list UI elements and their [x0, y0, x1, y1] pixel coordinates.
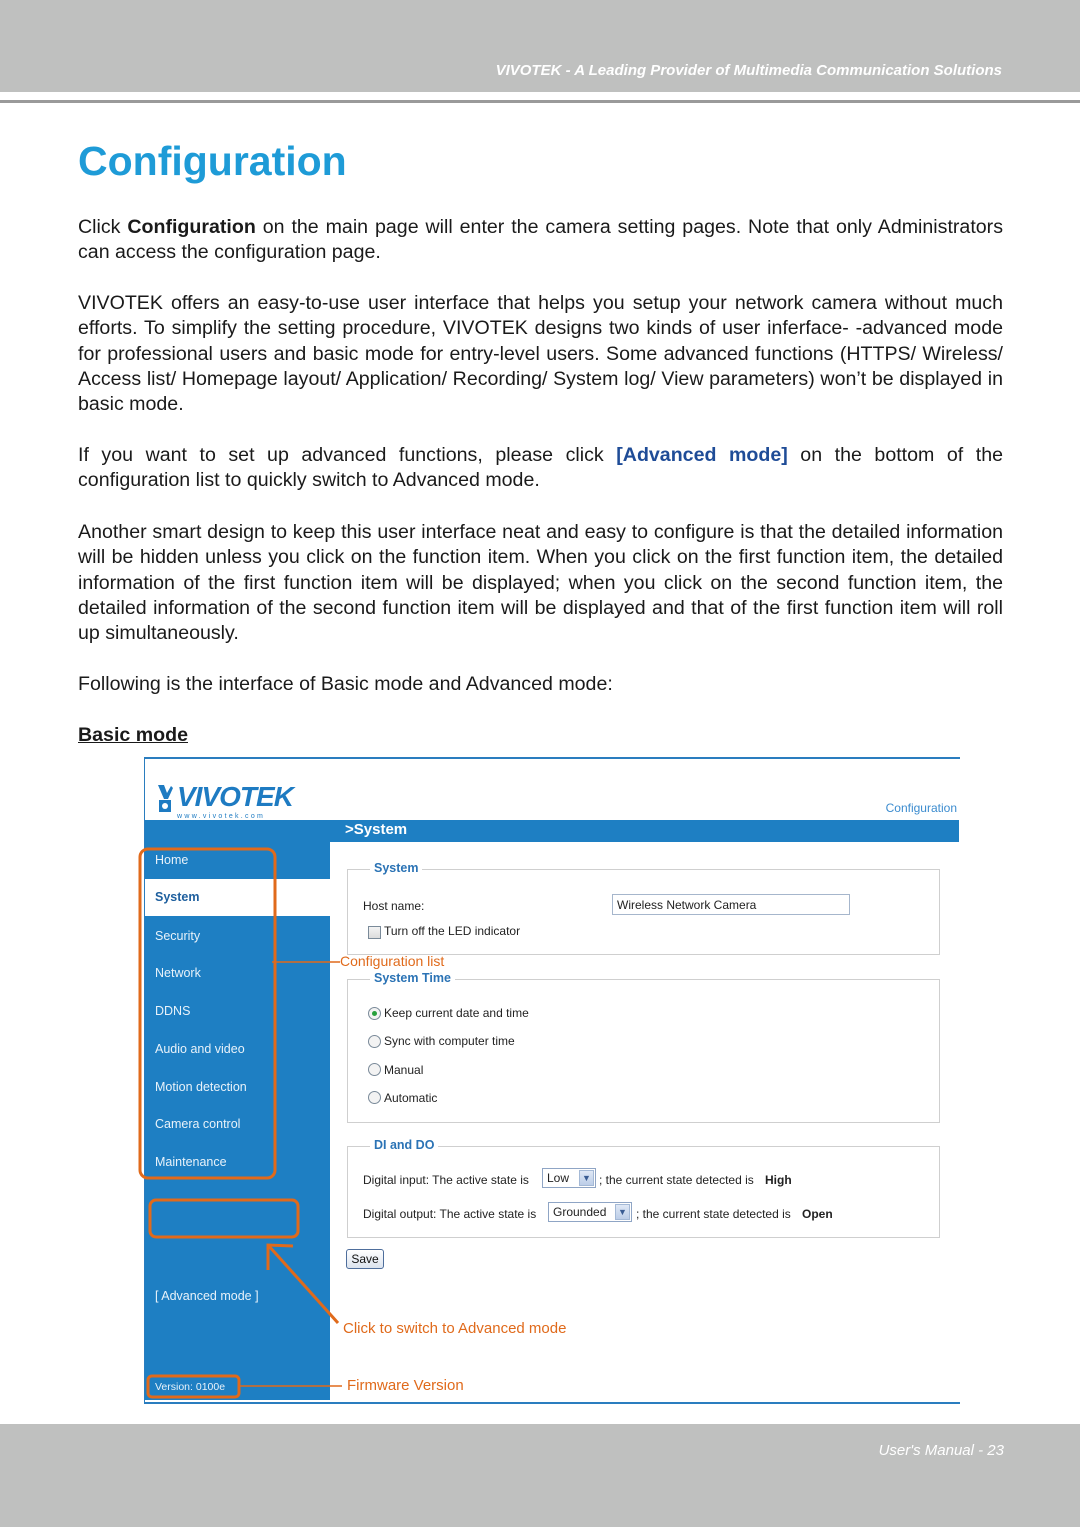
di-do-legend: DI and DO [370, 1138, 439, 1152]
di-select[interactable]: Low ▼ [542, 1168, 596, 1188]
radio-sync-computer[interactable] [368, 1035, 381, 1048]
do-label: Digital output: The active state is [363, 1207, 537, 1221]
sidebar-item-ddns[interactable]: DDNS [145, 993, 330, 1030]
advanced-mode-link[interactable]: [Advanced mode] [616, 444, 788, 466]
logo-text: VIVOTEK [177, 781, 294, 812]
config-list-annotation: Configuration list [340, 953, 445, 969]
sidebar-item-camera-control[interactable]: Camera control [145, 1106, 330, 1143]
di-label: Digital input: The active state is [363, 1173, 529, 1187]
vivotek-logo: VIVOTEK www.vivotek.com [157, 781, 307, 821]
system-fieldset: System Host name: Wireless Network Camer… [347, 861, 940, 955]
radio-manual[interactable] [368, 1063, 381, 1076]
paragraph-design: Another smart design to keep this user i… [78, 521, 1003, 645]
sidebar-item-network[interactable]: Network [145, 955, 330, 992]
switch-advanced-annotation: Click to switch to Advanced mode [343, 1320, 567, 1337]
radio-manual-label: Manual [384, 1063, 424, 1077]
firmware-version: Version: 0100e [155, 1381, 226, 1393]
sidebar-item-audio-video[interactable]: Audio and video [145, 1031, 330, 1068]
do-select-value: Grounded [553, 1205, 607, 1219]
page-number: User's Manual - 23 [878, 1442, 1004, 1459]
chevron-down-icon: ▼ [615, 1204, 630, 1220]
page-footer: User's Manual - 23 [0, 1424, 1080, 1527]
system-time-legend: System Time [370, 971, 455, 985]
di-state-value: High [765, 1173, 792, 1187]
configuration-term: Configuration [127, 216, 256, 238]
advanced-mode-button[interactable]: [ Advanced mode ] [155, 1289, 259, 1303]
sidebar-item-security[interactable]: Security [145, 918, 330, 955]
radio-keep-current-label: Keep current date and time [384, 1006, 529, 1020]
advanced-text: If you want to set up advanced functions… [78, 444, 617, 466]
page-title: Configuration [78, 138, 347, 184]
chevron-down-icon: ▼ [579, 1170, 594, 1186]
system-content: System Host name: Wireless Network Camer… [330, 842, 959, 1400]
configuration-sidebar: Home System Security Network DDNS Audio … [145, 842, 330, 1400]
host-name-input[interactable]: Wireless Network Camera [612, 894, 850, 915]
led-checkbox[interactable] [368, 926, 381, 939]
do-state-value: Open [802, 1207, 833, 1221]
firmware-version-annotation: Firmware Version [347, 1377, 464, 1394]
system-time-fieldset: System Time Keep current date and time S… [347, 971, 940, 1123]
system-legend: System [370, 861, 423, 875]
paragraph-intro: Click Configuration on the main page wil… [78, 215, 1003, 266]
paragraph-following: Following is the interface of Basic mode… [78, 673, 613, 695]
header-tagline: VIVOTEK - A Leading Provider of Multimed… [495, 62, 1002, 79]
di-state-text: ; the current state detected is [599, 1173, 754, 1187]
sidebar-item-home[interactable]: Home [145, 842, 330, 879]
configuration-link[interactable]: Configuration [886, 801, 957, 815]
sidebar-item-motion-detection[interactable]: Motion detection [145, 1069, 330, 1106]
sidebar-item-maintenance[interactable]: Maintenance [145, 1144, 330, 1181]
paragraph-modes: VIVOTEK offers an easy-to-use user inter… [78, 292, 1003, 416]
di-do-fieldset: DI and DO Digital input: The active stat… [347, 1138, 940, 1238]
radio-sync-computer-label: Sync with computer time [384, 1034, 515, 1048]
di-select-value: Low [547, 1171, 570, 1185]
logo-url: www.vivotek.com [177, 813, 266, 820]
header-divider [0, 100, 1080, 103]
save-button[interactable]: Save [346, 1249, 384, 1269]
radio-keep-current[interactable] [368, 1007, 381, 1020]
radio-automatic[interactable] [368, 1091, 381, 1104]
radio-automatic-label: Automatic [384, 1091, 438, 1105]
section-bar: >System [145, 820, 959, 842]
section-bar-title: >System [345, 821, 408, 838]
section-heading-basic-mode: Basic mode [78, 724, 188, 746]
sidebar-item-system[interactable]: System [145, 879, 330, 916]
led-label: Turn off the LED indicator [384, 924, 521, 938]
host-name-label: Host name: [363, 899, 425, 913]
do-select[interactable]: Grounded ▼ [548, 1202, 632, 1222]
page-header: VIVOTEK - A Leading Provider of Multimed… [0, 0, 1080, 92]
intro-text: Click [78, 216, 128, 238]
camera-logo-icon [158, 785, 173, 812]
paragraph-advanced: If you want to set up advanced functions… [78, 443, 1003, 494]
basic-mode-screenshot: VIVOTEK www.vivotek.com Configuration >S… [144, 757, 960, 1404]
do-state-text: ; the current state detected is [636, 1207, 791, 1221]
